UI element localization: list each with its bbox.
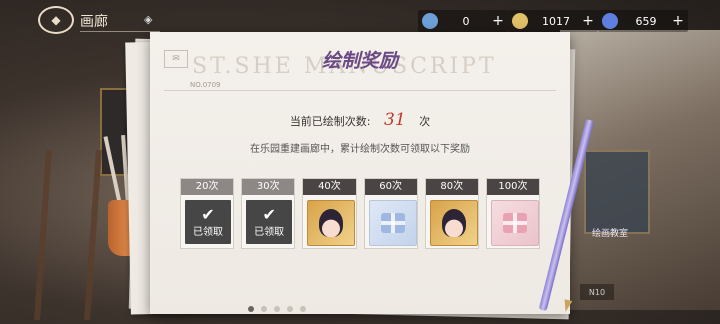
dialog-header: ✉ ST.SHE MANUSCRIPT 绘制奖励 — [150, 32, 570, 79]
pen-nib-decoration — [561, 299, 573, 313]
page-title: 画廊 — [80, 14, 108, 30]
diamond-gem-icon — [602, 13, 618, 29]
reward-dialog: ✉ ST.SHE MANUSCRIPT 绘制奖励 NO.0709 当前已绘制次数… — [150, 32, 570, 314]
reward-threshold-label: 30次 — [242, 179, 295, 195]
reward-threshold-label: 20次 — [181, 179, 234, 195]
draw-count-row: 当前已绘制次数: 31 次 — [150, 110, 570, 130]
background-easel — [34, 150, 102, 320]
side-pill: N10 — [580, 284, 614, 300]
resource-diamond: 659 + — [598, 10, 688, 32]
claimed-overlay: ✔ 已领取 — [246, 200, 293, 244]
count-value: 31 — [384, 110, 406, 130]
resource-pen: 0 + — [418, 10, 508, 32]
page-dot[interactable] — [274, 306, 280, 312]
reward-card-100[interactable]: 100次 — [485, 178, 541, 249]
reward-card-20[interactable]: 20次 ✔ 已领取 — [180, 178, 235, 249]
page-dot[interactable] — [248, 306, 254, 312]
title-underline — [80, 31, 160, 32]
reward-card-30[interactable]: 30次 ✔ 已领取 — [241, 178, 296, 249]
checkmark-icon: ✔ — [201, 204, 215, 224]
page-dot[interactable] — [287, 306, 293, 312]
claimed-status: 已领取 — [254, 226, 285, 238]
count-label: 当前已绘制次数: — [289, 115, 371, 128]
reward-card-80[interactable]: 80次 — [424, 178, 479, 249]
home-icon: ◆ — [51, 13, 61, 27]
page-dot[interactable] — [300, 306, 306, 312]
gold-coin-icon — [512, 13, 528, 29]
reward-description: 在乐园重建画廊中，累计绘制次数可领取以下奖励 — [250, 144, 470, 155]
reward-card-40[interactable]: 40次 — [302, 178, 357, 249]
side-label[interactable]: 绘画教室 — [592, 226, 628, 239]
reward-threshold-label: 100次 — [486, 179, 540, 195]
dialog-title: 绘制奖励 — [321, 50, 398, 72]
header-divider — [164, 90, 556, 91]
reward-threshold-label: 60次 — [364, 179, 417, 195]
page-dot[interactable] — [261, 306, 267, 312]
portrait-avatar-icon — [307, 200, 356, 246]
pink-gift-box-icon — [490, 200, 539, 246]
reward-threshold-label: 80次 — [425, 179, 478, 195]
reward-list: 20次 ✔ 已领取 30次 ✔ 已领取 40次 60次 80次 100次 — [180, 178, 541, 250]
claimed-overlay: ✔ 已领取 — [185, 200, 231, 244]
pen-resource-icon — [422, 13, 438, 29]
info-diamond-icon[interactable]: ◈ — [144, 13, 152, 26]
count-unit: 次 — [419, 115, 431, 128]
portrait-avatar-icon — [429, 200, 478, 246]
add-pen-button[interactable]: + — [488, 13, 508, 29]
pagination-dots — [248, 306, 306, 312]
document-number: NO.0709 — [190, 81, 221, 89]
add-diamond-button[interactable]: + — [668, 13, 688, 29]
add-gold-button[interactable]: + — [578, 13, 598, 29]
claimed-status: 已领取 — [193, 226, 223, 238]
checkmark-icon: ✔ — [262, 204, 276, 224]
background-picture-frame — [584, 150, 650, 234]
reward-card-60[interactable]: 60次 — [363, 178, 418, 249]
home-button[interactable]: ◆ — [38, 6, 74, 34]
blue-gift-box-icon — [368, 200, 417, 246]
reward-threshold-label: 40次 — [303, 179, 356, 195]
resource-gold: 1017 + — [508, 10, 598, 32]
